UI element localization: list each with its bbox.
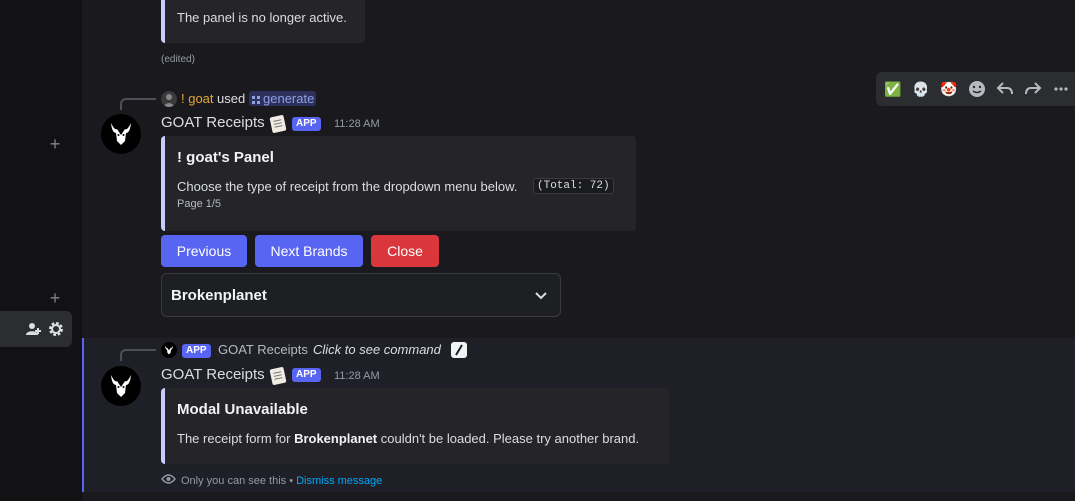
receipt-icon xyxy=(269,114,287,134)
bot-username[interactable]: GOAT Receipts xyxy=(161,366,265,383)
reply-username[interactable]: ! goat xyxy=(181,91,214,106)
command-name: generate xyxy=(263,91,315,106)
embed-title: Modal Unavailable xyxy=(177,401,308,418)
next-brands-button[interactable]: Next Brands xyxy=(255,235,363,267)
total-count: (Total: 72) xyxy=(533,178,614,194)
gear-icon[interactable] xyxy=(48,321,64,337)
message-timestamp[interactable]: 11:28 AM xyxy=(334,370,380,382)
bot-avatar[interactable] xyxy=(101,366,141,406)
server-sidebar: + + xyxy=(0,0,82,501)
goat-logo-icon xyxy=(111,375,131,397)
reply-icon[interactable] xyxy=(994,78,1016,100)
goat-logo-icon xyxy=(111,123,131,145)
brand-name: Brokenplanet xyxy=(294,431,378,446)
app-badge: APP xyxy=(292,117,321,131)
bot-username[interactable]: GOAT Receipts xyxy=(161,114,265,131)
close-button[interactable]: Close xyxy=(371,235,439,267)
ephemeral-note: Only you can see this • xyxy=(181,474,294,487)
channel-tools xyxy=(0,311,72,347)
app-badge: APP xyxy=(292,368,321,382)
error-embed: Modal Unavailable The receipt form for B… xyxy=(161,388,669,464)
command-icon xyxy=(451,342,467,358)
reply-hint[interactable]: Click to see command xyxy=(313,342,441,357)
app-badge: APP xyxy=(182,344,211,358)
reply-spine xyxy=(120,349,156,361)
command-mention[interactable]: generate xyxy=(249,91,317,106)
user-avatar[interactable] xyxy=(161,91,177,107)
embed: The panel is no longer active. xyxy=(161,0,365,43)
panel-embed: ! goat's Panel Choose the type of receip… xyxy=(161,136,636,231)
message-actions: ✅ 💀 🤡 xyxy=(876,72,1075,106)
forward-icon[interactable] xyxy=(1022,78,1044,100)
more-icon[interactable] xyxy=(1050,78,1072,100)
previous-button[interactable]: Previous xyxy=(161,235,247,267)
desc-before: The receipt form for xyxy=(177,431,291,446)
message-timestamp[interactable]: 11:28 AM xyxy=(334,118,380,130)
select-value: Brokenplanet xyxy=(171,286,267,304)
bot-mini-avatar[interactable] xyxy=(161,342,177,358)
skull-reaction[interactable]: 💀 xyxy=(910,78,932,100)
chevron-down-icon xyxy=(534,288,548,306)
clown-reaction[interactable]: 🤡 xyxy=(938,78,960,100)
add-channel-icon[interactable]: + xyxy=(46,289,64,307)
add-member-icon[interactable] xyxy=(26,322,42,336)
receipt-icon xyxy=(269,366,287,386)
brand-select[interactable]: Brokenplanet xyxy=(161,273,561,317)
embed-description: The receipt form for Brokenplanet couldn… xyxy=(177,431,639,446)
ephemeral-notice: Only you can see this • Dismiss message xyxy=(161,473,382,488)
add-channel-icon[interactable]: + xyxy=(46,135,64,153)
dismiss-message-link[interactable]: Dismiss message xyxy=(296,475,382,487)
slash-command-icon xyxy=(252,96,260,104)
eye-icon xyxy=(161,473,176,488)
embed-description: The panel is no longer active. xyxy=(177,10,347,25)
reply-spine xyxy=(120,98,156,110)
desc-after: couldn't be loaded. Please try another b… xyxy=(380,431,640,446)
embed-title: ! goat's Panel xyxy=(177,149,274,166)
reply-author[interactable]: GOAT Receipts xyxy=(218,342,308,357)
reply-used-text: used xyxy=(217,91,246,106)
bot-avatar[interactable] xyxy=(101,114,141,154)
embed-footer: Page 1/5 xyxy=(177,198,222,210)
add-reaction-icon[interactable] xyxy=(966,78,988,100)
embed-description: Choose the type of receipt from the drop… xyxy=(177,179,518,194)
check-reaction[interactable]: ✅ xyxy=(882,78,904,100)
edited-label: (edited) xyxy=(161,54,195,65)
